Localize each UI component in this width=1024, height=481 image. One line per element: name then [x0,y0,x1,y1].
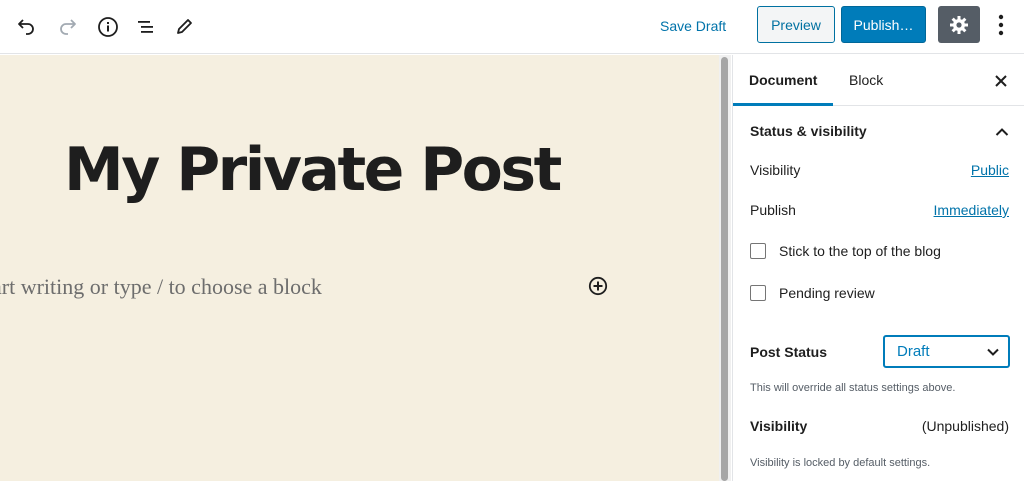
settings-sidebar: Document Block Status & visibility Visib… [732,55,1024,481]
locked-visibility-label: Visibility [750,418,808,434]
post-status-select[interactable]: Draft [883,335,1010,368]
chevron-up-icon [995,128,1009,136]
block-placeholder[interactable]: art writing or type / to choose a block [0,274,322,300]
editor-canvas[interactable]: My Private Post art writing or type / to… [0,55,719,481]
sticky-checkbox[interactable] [750,243,766,259]
post-status-label: Post Status [750,344,828,360]
pending-review-checkbox[interactable] [750,285,766,301]
more-options-button[interactable] [990,8,1012,42]
chevron-down-icon [987,348,999,356]
panel-title[interactable]: Status & visibility [750,123,867,139]
post-title[interactable]: My Private Post [64,135,562,205]
block-inserter-button[interactable] [587,275,609,297]
close-sidebar-button[interactable] [991,71,1011,91]
tab-document[interactable]: Document [749,55,817,106]
close-icon [995,75,1007,87]
more-vertical-icon [998,14,1004,36]
scrollbar-thumb[interactable] [721,57,728,481]
preview-button[interactable]: Preview [757,6,835,43]
tab-block[interactable]: Block [849,55,883,106]
active-tab-indicator [733,103,833,106]
publish-date-toggle[interactable]: Immediately [934,202,1009,218]
gear-icon [950,15,968,34]
locked-visibility-value: (Unpublished) [921,418,1009,434]
info-icon[interactable] [92,11,124,43]
plus-circle-icon [588,276,608,296]
list-outline-icon[interactable] [130,11,162,43]
redo-icon[interactable] [52,11,84,43]
visibility-toggle[interactable]: Public [971,162,1009,178]
visibility-label: Visibility [750,162,801,178]
post-status-value: Draft [897,343,930,360]
editor-scrollbar[interactable] [719,55,731,481]
pencil-icon[interactable] [168,11,200,43]
editor-toolbar: Save Draft Preview Publish… [0,0,1024,54]
settings-button[interactable] [938,6,980,43]
undo-icon[interactable] [10,11,42,43]
locked-visibility-help: Visibility is locked by default settings… [750,457,931,469]
sticky-checkbox-label: Stick to the top of the blog [779,243,941,259]
pending-review-checkbox-label: Pending review [779,285,875,301]
post-status-help: This will override all status settings a… [750,382,956,394]
save-draft-button[interactable]: Save Draft [660,15,726,37]
panel-toggle-button[interactable] [993,123,1011,141]
publish-button[interactable]: Publish… [841,6,926,43]
publish-label: Publish [750,202,796,218]
sticky-checkbox-row[interactable]: Stick to the top of the blog [750,243,941,259]
sidebar-tabs: Document Block [733,55,1024,106]
pending-review-checkbox-row[interactable]: Pending review [750,285,875,301]
